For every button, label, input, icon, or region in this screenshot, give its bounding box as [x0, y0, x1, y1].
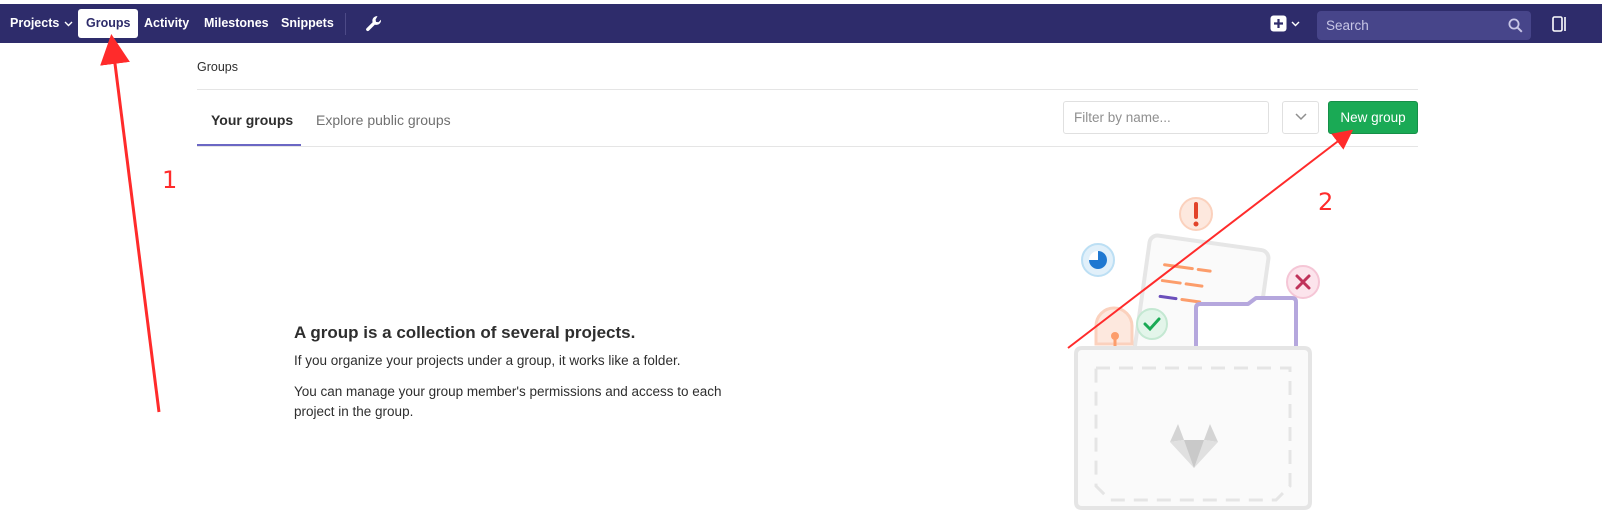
nav-groups[interactable]: Groups [78, 9, 139, 38]
empty-state-text: You can manage your group member's permi… [294, 384, 722, 419]
breadcrumb[interactable]: Groups [197, 60, 238, 74]
nav-divider [345, 13, 346, 35]
new-group-button[interactable]: New group [1328, 101, 1418, 134]
sidebar-toggle-icon[interactable] [1550, 13, 1570, 35]
divider [197, 146, 1418, 147]
new-item-dropdown[interactable] [1268, 14, 1304, 34]
top-navbar: Projects Groups Activity Milestones Snip… [0, 4, 1602, 43]
tab-your-groups[interactable]: Your groups [211, 112, 293, 128]
divider [197, 89, 1418, 90]
annotation-overlay [100, 34, 1354, 413]
search-icon [1508, 18, 1523, 33]
filter-by-name-input[interactable]: Filter by name... [1063, 101, 1269, 134]
sort-dropdown[interactable] [1282, 101, 1319, 134]
tab-explore-public-groups[interactable]: Explore public groups [316, 112, 451, 128]
chevron-down-icon [1295, 113, 1307, 121]
nav-snippets-label: Snippets [281, 16, 334, 30]
groups-empty-illustration [1074, 197, 1320, 510]
plus-square-icon [1270, 15, 1287, 32]
search-input[interactable]: Search [1317, 11, 1531, 40]
nav-projects-dropdown[interactable]: Projects [3, 9, 80, 38]
annotation-arrow [100, 34, 161, 413]
wrench-icon[interactable] [364, 14, 384, 34]
chevron-down-icon [1291, 21, 1300, 27]
nav-snippets[interactable]: Snippets [274, 9, 341, 38]
search-placeholder: Search [1326, 18, 1369, 33]
annotation-label: 2 [1318, 188, 1334, 216]
empty-state-title: A group is a collection of several proje… [294, 323, 636, 342]
nav-milestones-label: Milestones [204, 16, 269, 30]
nav-groups-label: Groups [86, 16, 131, 30]
nav-activity-label: Activity [144, 16, 190, 30]
nav-projects-label: Projects [10, 16, 60, 30]
nav-milestones[interactable]: Milestones [197, 9, 276, 38]
nav-activity[interactable]: Activity [137, 9, 196, 38]
check-icon [1136, 308, 1168, 340]
annotation-label: 1 [162, 166, 178, 194]
chevron-down-icon [64, 21, 73, 27]
empty-state-text: If you organize your projects under a gr… [294, 353, 681, 368]
